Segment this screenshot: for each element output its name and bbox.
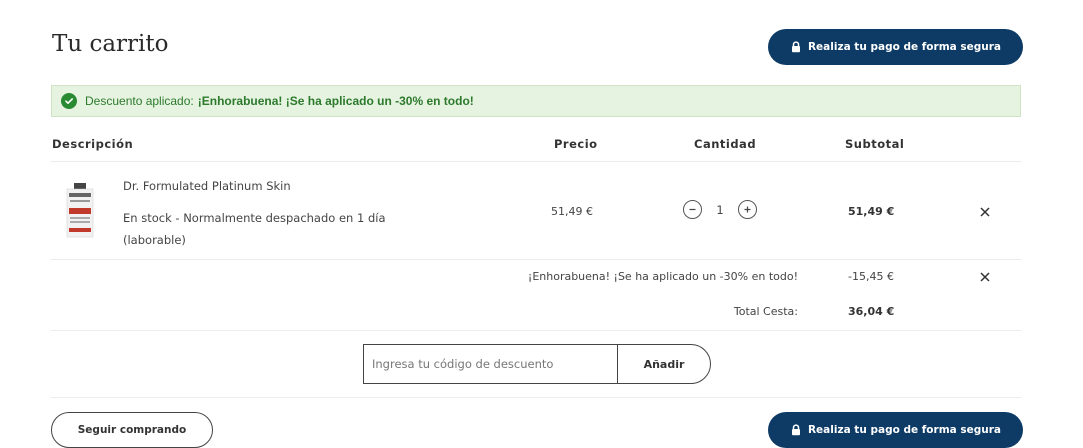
item-price: 51,49 € xyxy=(551,205,593,218)
product-thumbnail[interactable] xyxy=(62,181,98,239)
divider xyxy=(51,330,1021,331)
coupon-code-input[interactable] xyxy=(363,344,617,384)
divider xyxy=(51,397,1021,398)
lock-icon xyxy=(790,41,802,53)
secure-checkout-button-top[interactable]: Realiza tu pago de forma segura xyxy=(768,29,1023,65)
discount-applied-banner: Descuento aplicado: ¡Enhorabuena! ¡Se ha… xyxy=(51,85,1021,117)
secure-checkout-label: Realiza tu pago de forma segura xyxy=(807,41,1002,53)
column-header-description: Descripción xyxy=(52,137,134,151)
remove-discount-button[interactable] xyxy=(976,268,994,286)
discount-label: ¡Enhorabuena! ¡Se ha aplicado un -30% en… xyxy=(527,270,798,283)
divider xyxy=(51,259,1021,260)
plus-icon xyxy=(744,206,751,213)
quantity-value: 1 xyxy=(716,202,724,217)
product-name[interactable]: Dr. Formulated Platinum Skin xyxy=(123,179,291,193)
divider xyxy=(51,161,1021,162)
decrease-quantity-button[interactable] xyxy=(683,200,702,219)
continue-shopping-button[interactable]: Seguir comprando xyxy=(51,412,213,448)
secure-checkout-label: Realiza tu pago de forma segura xyxy=(807,424,1002,436)
coupon-form: Añadir xyxy=(363,344,711,384)
banner-message: ¡Enhorabuena! ¡Se ha aplicado un -30% en… xyxy=(197,94,474,108)
banner-prefix: Descuento aplicado: xyxy=(85,94,194,108)
column-header-subtotal: Subtotal xyxy=(845,137,905,151)
minus-icon xyxy=(689,208,696,211)
close-icon xyxy=(980,207,990,217)
discount-amount: -15,45 € xyxy=(848,270,894,283)
increase-quantity-button[interactable] xyxy=(738,200,757,219)
total-amount: 36,04 € xyxy=(848,305,895,318)
total-label: Total Cesta: xyxy=(733,305,798,318)
apply-coupon-button[interactable]: Añadir xyxy=(617,344,711,384)
quantity-stepper: 1 xyxy=(683,200,757,219)
page-title: Tu carrito xyxy=(52,31,169,57)
column-header-price: Precio xyxy=(554,137,598,151)
column-header-quantity: Cantidad xyxy=(694,137,757,151)
lock-icon xyxy=(790,424,802,436)
close-icon xyxy=(980,272,990,282)
remove-item-button[interactable] xyxy=(976,203,994,221)
cart-page: Tu carrito Realiza tu pago de forma segu… xyxy=(0,0,1083,448)
secure-checkout-button-bottom[interactable]: Realiza tu pago de forma segura xyxy=(768,412,1023,448)
stock-status: En stock - Normalmente despachado en 1 d… xyxy=(123,211,386,247)
item-subtotal: 51,49 € xyxy=(848,205,895,218)
check-circle-icon xyxy=(61,93,77,109)
